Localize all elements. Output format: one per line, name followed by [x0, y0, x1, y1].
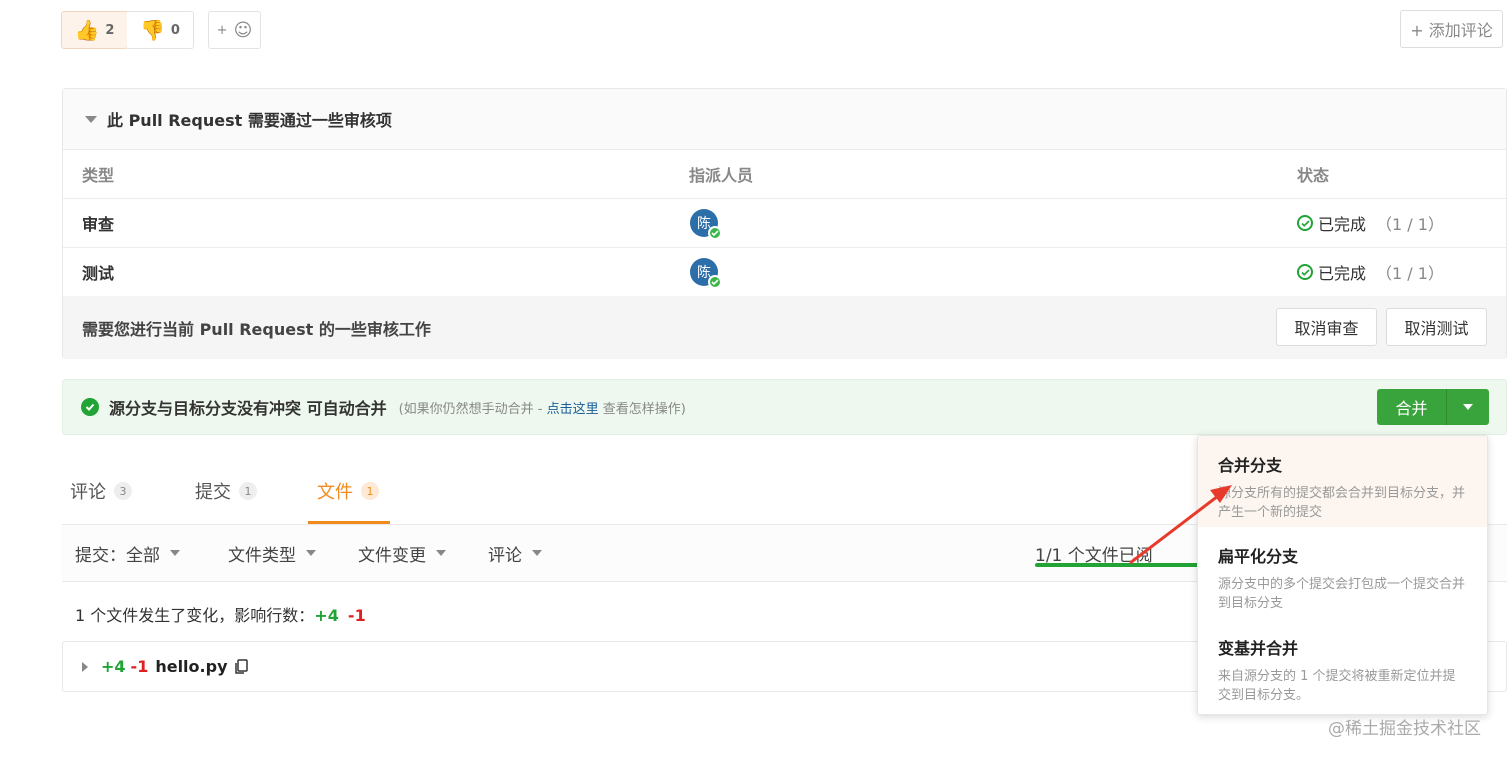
watermark: @稀土掘金技术社区 — [1328, 719, 1481, 739]
annotation-arrow — [1129, 485, 1232, 565]
